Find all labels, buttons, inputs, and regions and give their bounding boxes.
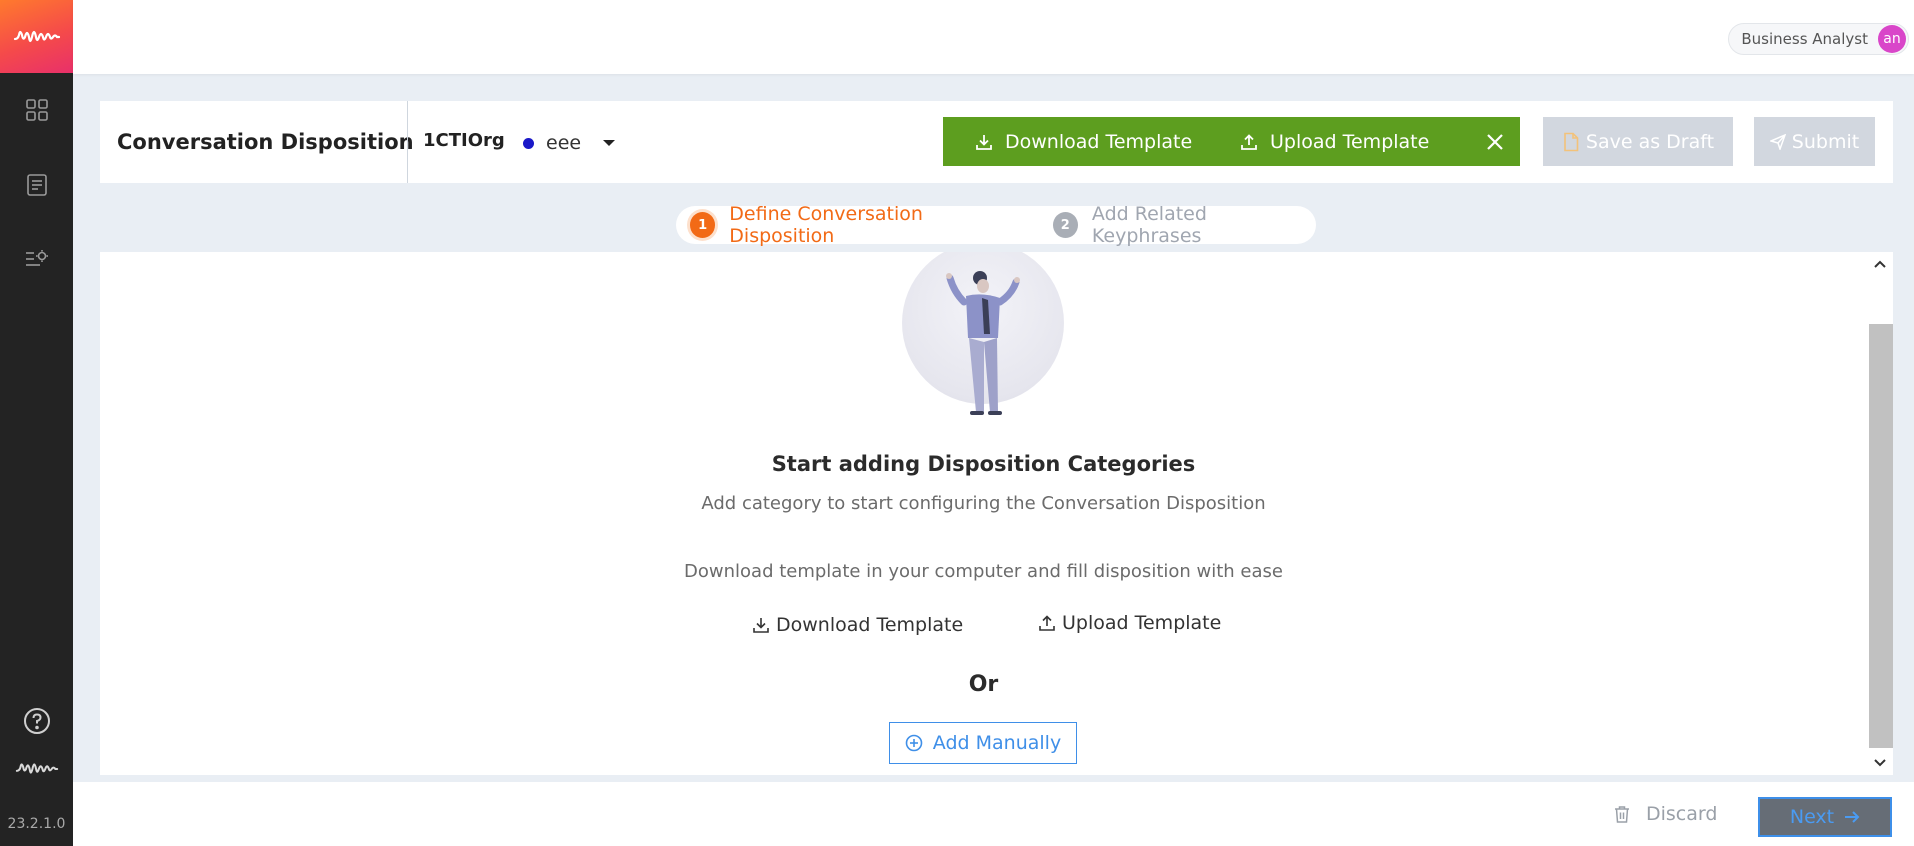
avatar: an <box>1878 25 1906 53</box>
user-role-label: Business Analyst <box>1741 30 1868 48</box>
main-content: Start adding Disposition Categories Add … <box>100 252 1893 775</box>
footer-bar: Discard Next <box>73 782 1914 846</box>
scroll-down-button[interactable] <box>1867 751 1893 775</box>
plus-circle-icon <box>905 734 923 752</box>
page-header: Conversation Disposition 1CTIOrg eee Dow… <box>100 101 1893 183</box>
close-template-bar-button[interactable] <box>1480 117 1510 166</box>
chevron-up-icon <box>1874 260 1886 268</box>
download-template-button[interactable]: Download Template <box>975 117 1192 166</box>
file-icon <box>1564 132 1579 151</box>
app-logo[interactable] <box>0 0 73 73</box>
grid-icon <box>25 99 48 121</box>
list-settings-icon <box>25 250 48 266</box>
discard-button[interactable]: Discard <box>1614 796 1717 832</box>
environment-status-dot <box>523 137 534 149</box>
download-template-link-label: Download Template <box>776 614 964 636</box>
user-menu[interactable]: Business Analyst an <box>1728 23 1909 55</box>
trash-icon <box>1615 806 1629 823</box>
step-number: 2 <box>1052 212 1078 238</box>
dashboard-nav[interactable] <box>0 86 73 134</box>
app-version: 23.2.1.0 <box>7 816 66 832</box>
document-list-icon <box>26 174 47 196</box>
upload-template-link-label: Upload Template <box>1062 612 1222 634</box>
next-button[interactable]: Next <box>1758 797 1892 837</box>
arrow-right-icon <box>1845 811 1860 823</box>
download-icon <box>976 134 992 150</box>
org-name: 1CTIOrg <box>423 130 505 151</box>
discard-label: Discard <box>1646 803 1718 825</box>
template-action-bar: Download Template Upload Template <box>943 117 1520 166</box>
upload-template-button[interactable]: Upload Template <box>1240 117 1429 166</box>
chevron-down-icon <box>1874 759 1886 767</box>
step-label: Define Conversation Disposition <box>729 203 923 247</box>
empty-state-title: Start adding Disposition Categories <box>771 452 1196 476</box>
upload-icon <box>1241 133 1257 150</box>
waveform-icon <box>15 763 58 774</box>
template-hint: Download template in your computer and f… <box>684 561 1283 582</box>
step-label: Add Related Keyphrases <box>1091 203 1207 247</box>
step-define-disposition[interactable]: 1 Define Conversation Disposition <box>690 203 1026 247</box>
send-icon <box>1769 133 1786 150</box>
step-number: 1 <box>690 212 716 238</box>
left-nav-rail: 23.2.1.0 <box>0 0 73 846</box>
upload-icon <box>1039 615 1055 631</box>
settings-list-nav[interactable] <box>0 235 73 283</box>
page-title: Conversation Disposition <box>117 130 414 154</box>
add-manually-label: Add Manually <box>932 732 1062 754</box>
shrugging-person-illustration <box>946 271 1020 415</box>
or-separator: Or <box>968 672 999 697</box>
documents-nav[interactable] <box>0 161 73 209</box>
close-icon <box>1487 133 1503 150</box>
add-manually-button[interactable]: Add Manually <box>889 722 1077 764</box>
upload-template-link[interactable]: Upload Template <box>1038 610 1221 636</box>
caret-down-icon <box>603 140 616 146</box>
save-as-draft-label: Save as Draft <box>1585 130 1715 153</box>
download-template-link[interactable]: Download Template <box>752 612 963 638</box>
scroll-up-button[interactable] <box>1867 252 1893 276</box>
empty-state-subtitle: Add category to start configuring the Co… <box>701 493 1266 514</box>
submit-button[interactable]: Submit <box>1754 117 1875 166</box>
brand-mark <box>0 745 73 793</box>
scrollbar-thumb[interactable] <box>1869 324 1893 748</box>
environment-label: eee <box>546 132 582 154</box>
empty-state-illustration <box>902 252 1064 415</box>
top-bar: Business Analyst an <box>73 0 1914 74</box>
help-nav[interactable] <box>0 697 73 745</box>
header-divider <box>407 101 408 183</box>
waveform-logo-icon <box>13 30 60 42</box>
upload-template-label: Upload Template <box>1270 130 1430 153</box>
save-as-draft-button[interactable]: Save as Draft <box>1543 117 1733 166</box>
download-template-label: Download Template <box>1005 130 1193 153</box>
next-label: Next <box>1789 806 1835 828</box>
download-icon <box>753 618 769 633</box>
content-scrollbar[interactable] <box>1867 252 1893 775</box>
help-circle-icon <box>23 708 50 734</box>
submit-label: Submit <box>1791 130 1860 153</box>
environment-select[interactable]: eee <box>523 129 616 157</box>
step-add-keyphrases[interactable]: 2 Add Related Keyphrases <box>1052 203 1316 247</box>
stepper: 1 Define Conversation Disposition 2 Add … <box>676 203 1316 247</box>
